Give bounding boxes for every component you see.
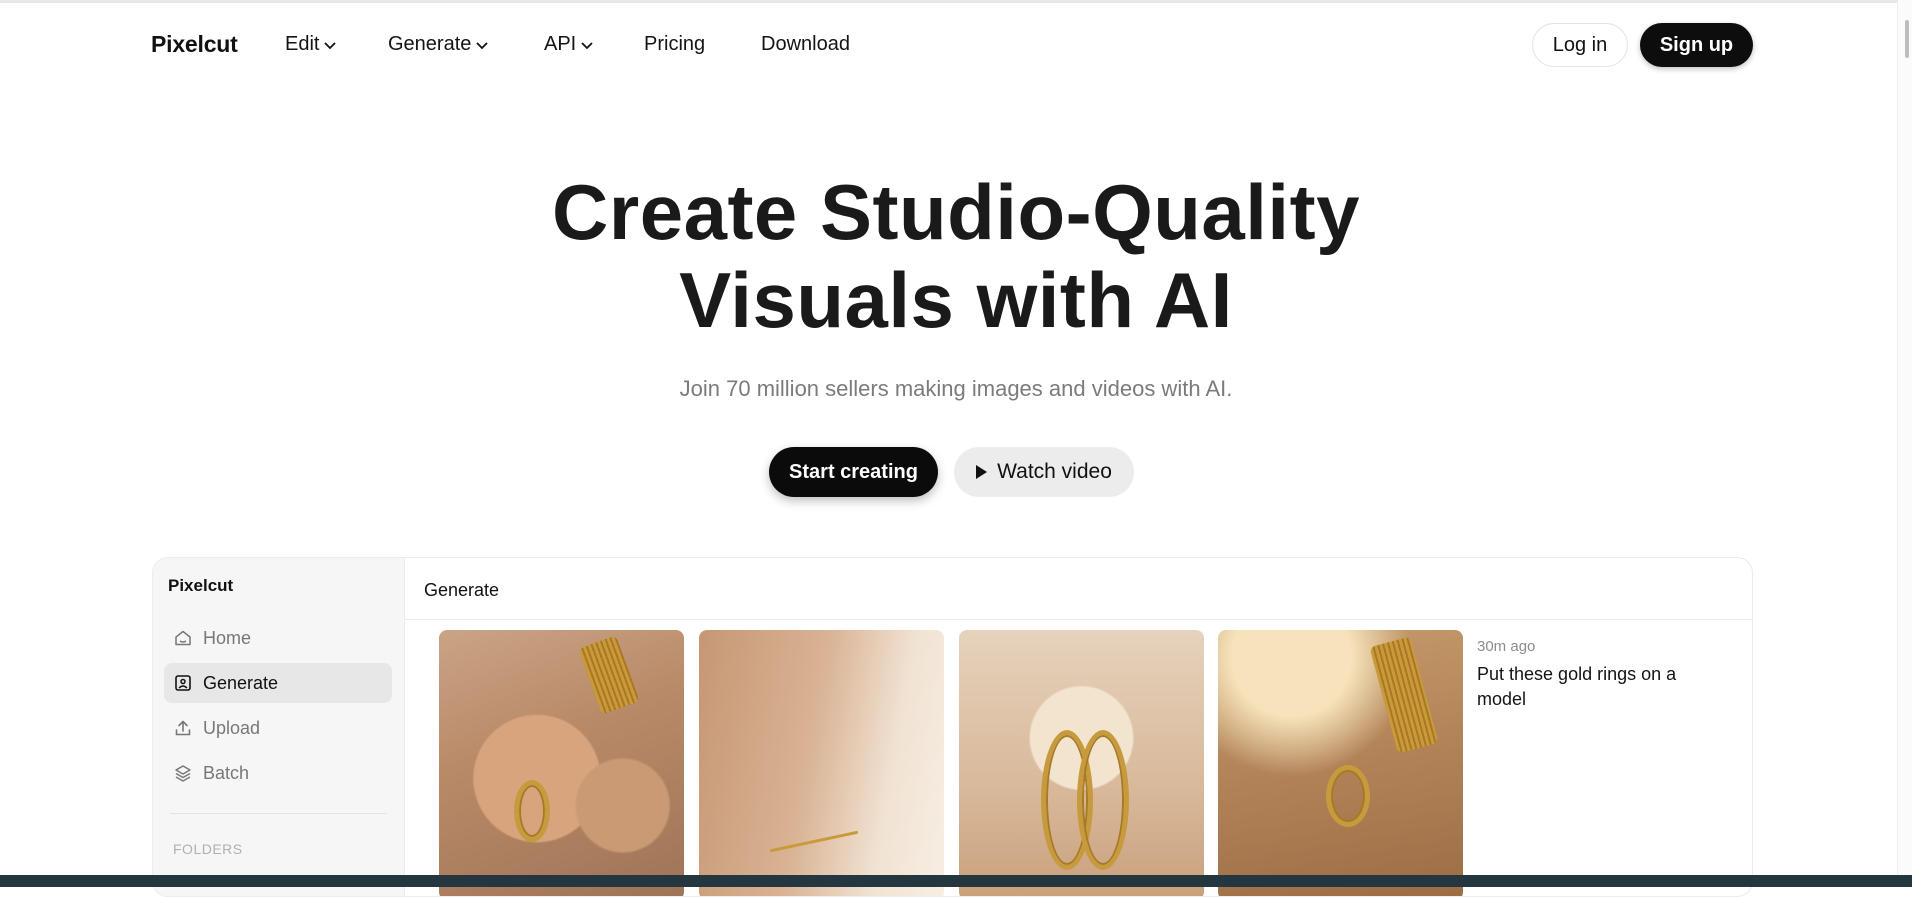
bangle-graphic [578,635,640,715]
generated-image[interactable] [959,630,1204,896]
nav-generate[interactable]: Generate [388,33,489,56]
sidebar-item-batch[interactable]: Batch [164,753,392,793]
watch-video-label: Watch video [997,460,1112,483]
start-creating-button[interactable]: Start creating [769,447,938,497]
result-timestamp: 30m ago [1477,638,1536,655]
image-icon [175,675,191,691]
layers-icon [175,765,191,782]
brand-logo[interactable]: Pixelcut [151,31,238,58]
chevron-down-icon [581,41,593,49]
nav-edit-label: Edit [285,33,320,55]
ring-graphic [1326,765,1370,827]
hero-title-line2: Visuals with AI [679,256,1233,344]
watch-video-button[interactable]: Watch video [954,447,1134,497]
ring-graphic [514,780,550,842]
chevron-down-icon [324,41,337,49]
nav-download[interactable]: Download [761,33,850,56]
nav-api[interactable]: API [544,33,594,56]
sidebar-divider [170,813,387,814]
nav-generate-label: Generate [388,33,472,55]
login-button[interactable]: Log in [1532,23,1628,67]
generated-image[interactable] [1218,630,1463,896]
hoop-earring-graphic [1077,730,1129,870]
upload-icon [175,720,191,736]
main-header: Generate [404,558,1752,620]
nav-pricing-label: Pricing [644,33,706,55]
chevron-down-icon [476,41,489,49]
sidebar-item-upload[interactable]: Upload [164,708,392,748]
hero-subtitle: Join 70 million sellers making images an… [679,376,1233,401]
nav-download-label: Download [761,33,850,55]
main-title: Generate [424,580,500,600]
top-nav: Pixelcut Edit Generate API Pricing Downl… [0,0,1912,90]
hero-title-line1: Create Studio-Quality [552,168,1360,256]
generated-image[interactable] [439,630,684,896]
sidebar-item-label: Upload [203,717,261,738]
nav-api-label: API [544,33,577,55]
home-icon [175,630,191,646]
taskbar-strip [0,875,1912,887]
vertical-scrollbar[interactable] [1897,0,1912,875]
hero-title: Create Studio-Quality Visuals with AI [456,168,1456,344]
nav-edit[interactable]: Edit [285,33,337,56]
scrollbar-thumb[interactable] [1905,20,1909,58]
result-prompt: Put these gold rings on a model [1477,664,1677,709]
play-icon [976,465,988,479]
sidebar-item-label: Home [203,627,252,648]
bangle-graphic [1369,636,1439,754]
sidebar-item-label: Batch [203,762,250,783]
sidebar-item-generate[interactable]: Generate [164,663,392,703]
bracelet-graphic [769,830,859,853]
signup-button[interactable]: Sign up [1640,23,1753,67]
folders-heading: FOLDERS [173,841,243,857]
sidebar-item-label: Generate [203,672,279,693]
app-sidebar: Pixelcut Home Generate Upload Batch FOLD… [153,558,405,896]
nav-pricing[interactable]: Pricing [644,33,705,56]
app-brand: Pixelcut [168,576,234,595]
app-preview: Pixelcut Home Generate Upload Batch FOLD… [152,557,1753,897]
generated-image[interactable] [699,630,944,896]
sidebar-item-home[interactable]: Home [164,618,392,658]
